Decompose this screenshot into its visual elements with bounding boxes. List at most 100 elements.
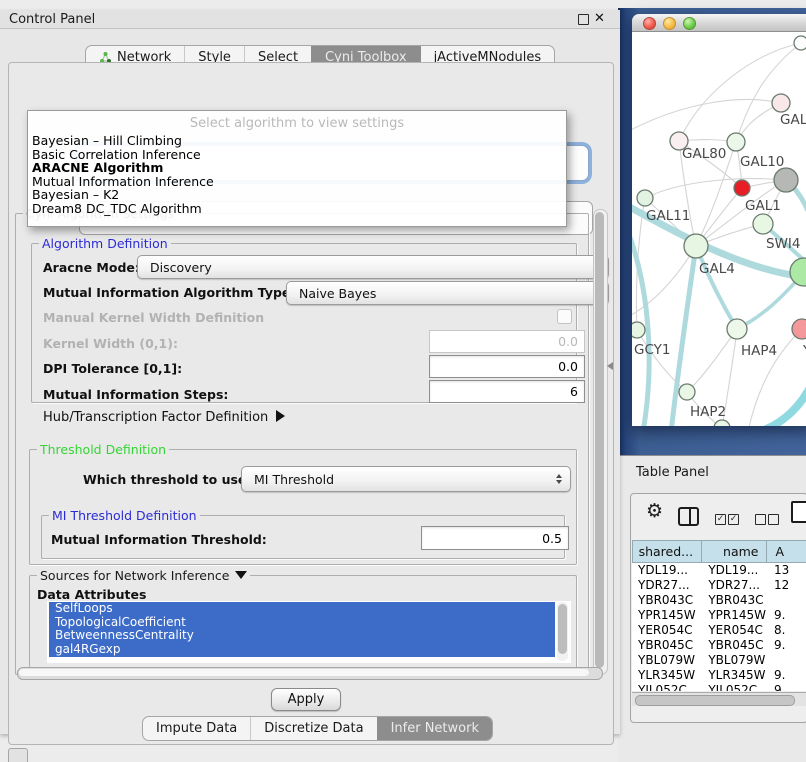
- close-window-button[interactable]: [643, 17, 656, 30]
- table-cell: [768, 593, 806, 608]
- column-header-shared[interactable]: shared...: [632, 540, 702, 563]
- dropdown-item-bayesian-k2[interactable]: Bayesian – K2: [32, 188, 562, 202]
- table-row[interactable]: YBR045CYBR045C9.: [632, 638, 806, 653]
- scrollbar-thumb[interactable]: [595, 212, 604, 668]
- network-edge[interactable]: [632, 99, 781, 132]
- column-header-a[interactable]: A: [767, 540, 806, 563]
- attribute-item-topologicalcoefficient[interactable]: TopologicalCoefficient: [49, 616, 555, 630]
- table-row[interactable]: YBL079WYBL079W: [632, 653, 806, 668]
- panel-grip[interactable]: [8, 748, 28, 762]
- which-threshold-value: MI Threshold: [254, 472, 334, 487]
- dropdown-item-mutual-information-inference[interactable]: Mutual Information Inference: [32, 175, 562, 189]
- close-panel-icon[interactable]: ✕: [594, 11, 605, 26]
- aracne-mode-combobox[interactable]: Discovery: [137, 255, 609, 279]
- application-root: GALGAL80GAL10GAL1GAL11GAL4SWI4GCY1HAP4YH…: [0, 0, 806, 762]
- table-row[interactable]: YDL19...YDL19...13: [632, 563, 806, 578]
- column-header-name[interactable]: name: [702, 540, 767, 563]
- table-horizontal-scrollbar[interactable]: [632, 692, 806, 706]
- scrollbar-thumb[interactable]: [19, 669, 589, 676]
- mi-type-combobox[interactable]: Naive Bayes: [286, 281, 609, 305]
- network-node-hap4[interactable]: [727, 319, 747, 339]
- settings-horizontal-scrollbar[interactable]: [17, 667, 603, 680]
- table-row[interactable]: YLR345WYLR345W9.: [632, 668, 806, 683]
- attribute-item-selfloops[interactable]: SelfLoops: [49, 602, 555, 616]
- dropdown-item-aracne-algorithm[interactable]: ARACNE Algorithm: [32, 161, 562, 175]
- mi-type-value: Naive Bayes: [299, 286, 376, 301]
- settings-vertical-scrollbar[interactable]: [593, 209, 608, 675]
- tab-label: Impute Data: [156, 721, 237, 736]
- aracne-mode-label: Aracne Mode:: [43, 260, 140, 275]
- table-row[interactable]: YER054CYER054C8.: [632, 623, 806, 638]
- tab-infer-network[interactable]: Infer Network: [377, 717, 492, 740]
- dropdown-item-bayesian-hill-climbing[interactable]: Bayesian – Hill Climbing: [32, 134, 562, 148]
- control-panel-titlebar[interactable]: Control Panel ✕: [0, 10, 620, 29]
- hub-definition-toggle[interactable]: Hub/Transcription Factor Definition: [43, 410, 285, 425]
- unchecked-checkbox-icon[interactable]: [755, 514, 766, 525]
- network-node[interactable]: [774, 168, 798, 192]
- node-label-gal: GAL: [780, 112, 806, 128]
- mi-steps-field[interactable]: 6: [429, 380, 585, 403]
- unchecked-checkbox-icon[interactable]: [768, 514, 779, 525]
- table-cell: 12: [768, 578, 806, 593]
- kernel-width-field[interactable]: 0.0: [429, 330, 585, 353]
- checked-checkbox-icon[interactable]: ✓: [715, 514, 726, 525]
- network-canvas[interactable]: GALGAL80GAL10GAL1GAL11GAL4SWI4GCY1HAP4YH…: [632, 32, 806, 426]
- network-node-gal4[interactable]: [684, 234, 708, 258]
- network-node-gal10[interactable]: [727, 133, 745, 151]
- minimize-window-button[interactable]: [663, 17, 676, 30]
- attributes-scrollbar[interactable]: [557, 602, 568, 661]
- network-node-gal11[interactable]: [637, 190, 653, 206]
- network-node[interactable]: [734, 180, 750, 196]
- table-cell: YPR145W: [632, 608, 702, 623]
- panel-divider-handle[interactable]: [607, 362, 613, 370]
- table-toolbar: ⚙ ✓ ✓: [631, 494, 806, 536]
- network-node-gal1[interactable]: [753, 214, 773, 234]
- dpi-tolerance-value: 0.0: [558, 359, 578, 374]
- mi-threshold-field[interactable]: 0.5: [421, 526, 569, 550]
- which-threshold-combobox[interactable]: MI Threshold: [241, 466, 571, 492]
- network-window-titlebar[interactable]: [632, 14, 806, 32]
- table-cell: 9: [768, 683, 806, 691]
- manual-kernel-checkbox[interactable]: [557, 309, 572, 324]
- table-row[interactable]: YDR27...YDR27...12: [632, 578, 806, 593]
- columns-icon[interactable]: [678, 507, 699, 526]
- table-row[interactable]: YIL052CYIL052C9: [632, 683, 806, 691]
- node-label-gal10: GAL10: [740, 154, 784, 170]
- table-panel-title: Table Panel: [636, 465, 709, 480]
- tab-impute-data[interactable]: Impute Data: [143, 717, 250, 740]
- table-cell: 8.: [768, 623, 806, 638]
- attribute-item-betweennesscentrality[interactable]: BetweennessCentrality: [49, 629, 555, 643]
- network-node-swi4[interactable]: [790, 258, 806, 286]
- node-table: shared...nameA YDL19...YDL19...13YDR27..…: [632, 540, 806, 691]
- dpi-tolerance-field[interactable]: 0.0: [429, 355, 585, 378]
- network-node[interactable]: [714, 420, 730, 426]
- table-cell: YIL052C: [632, 683, 702, 691]
- export-table-icon[interactable]: [791, 501, 806, 523]
- network-node-y[interactable]: [792, 319, 806, 339]
- selected-attributes: SelfLoopsTopologicalCoefficientBetweenne…: [49, 602, 555, 657]
- data-attributes-list[interactable]: SelfLoopsTopologicalCoefficientBetweenne…: [47, 601, 571, 663]
- table-cell: YBR043C: [702, 593, 768, 608]
- dropdown-item-dream8-dc-tdc-algorithm[interactable]: Dream8 DC_TDC Algorithm: [32, 202, 562, 216]
- attribute-item-gal4rgexp[interactable]: gal4RGexp: [49, 643, 555, 657]
- dropdown-item-basic-correlation-inference[interactable]: Basic Correlation Inference: [32, 148, 562, 162]
- zoom-window-button[interactable]: [683, 17, 696, 30]
- network-node-gcy1[interactable]: [632, 322, 645, 338]
- gear-icon[interactable]: ⚙: [646, 502, 663, 521]
- table-cell: YER054C: [632, 623, 702, 638]
- checked-checkbox-icon[interactable]: ✓: [728, 514, 739, 525]
- network-node[interactable]: [794, 36, 806, 50]
- tab-discretize-data[interactable]: Discretize Data: [250, 717, 376, 740]
- sources-group-title[interactable]: Sources for Network Inference: [37, 568, 250, 583]
- scrollbar-thumb[interactable]: [558, 604, 567, 654]
- network-edge-thick[interactable]: [751, 382, 806, 426]
- mi-steps-value: 6: [570, 384, 578, 399]
- network-node-gal[interactable]: [772, 94, 790, 112]
- apply-button[interactable]: Apply: [271, 688, 341, 711]
- table-row[interactable]: YBR043CYBR043C: [632, 593, 806, 608]
- float-panel-icon[interactable]: [578, 14, 589, 25]
- network-node-hap2[interactable]: [679, 384, 695, 400]
- network-edge[interactable]: [645, 179, 786, 198]
- table-row[interactable]: YPR145WYPR145W9.: [632, 608, 806, 623]
- scrollbar-thumb[interactable]: [635, 695, 795, 706]
